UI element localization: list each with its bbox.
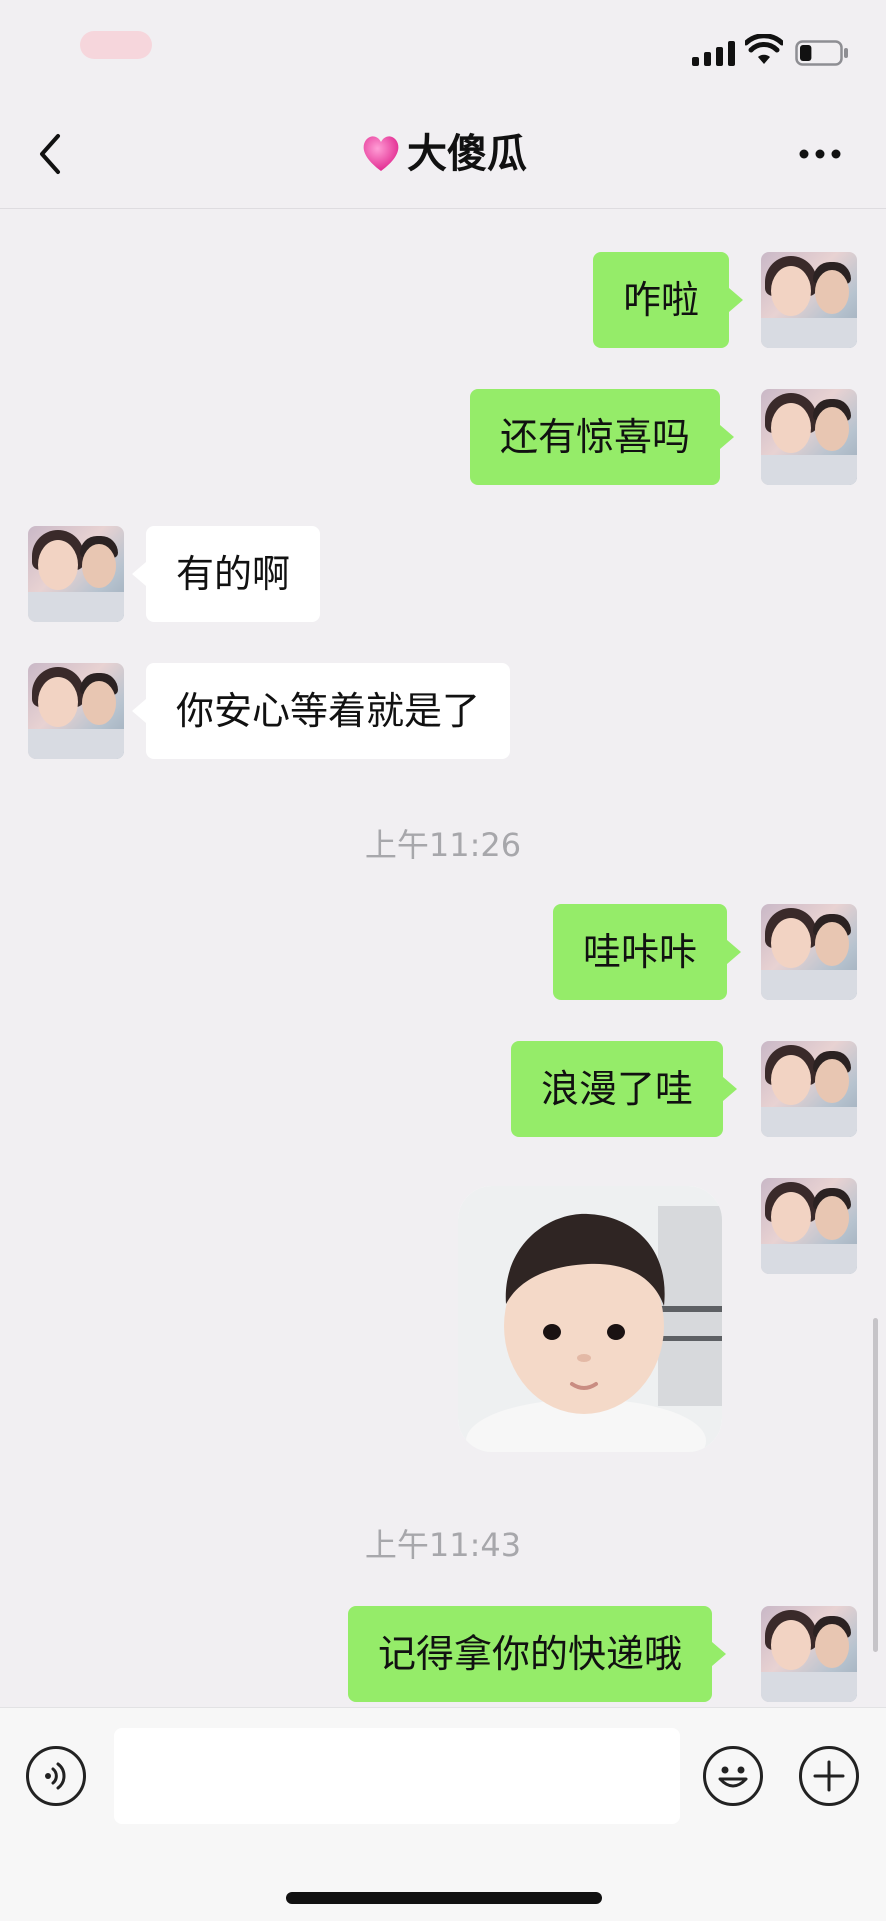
baby-face-sticker[interactable] [458,1186,722,1452]
my-message-bubble[interactable]: 哇咔咔 [553,904,742,1000]
voice-icon [45,1762,66,1790]
wifi-icon [745,34,783,64]
my-message-bubble[interactable]: 记得拿你的快递哦 [348,1606,727,1702]
battery-icon [795,40,848,66]
signal-icon [692,40,735,66]
my-avatar[interactable] [761,1606,857,1702]
message-timestamp: 上午11:26 [364,826,522,864]
emoji-button[interactable] [703,1746,763,1806]
chat-header: 大傻瓜 [0,100,886,209]
more-functions-button[interactable] [799,1746,859,1806]
contact-message-bubble[interactable]: 你安心等着就是了 [131,663,511,759]
contact-message-bubble[interactable]: 有的啊 [131,526,321,622]
my-message-bubble[interactable]: 浪漫了哇 [511,1041,738,1137]
my-message-bubble[interactable]: 咋啦 [593,252,744,348]
status-bar [0,0,886,100]
message-input[interactable] [114,1728,680,1824]
contact-avatar[interactable] [28,663,124,759]
my-message-bubble[interactable]: 还有惊喜吗 [470,389,735,485]
my-avatar[interactable] [761,1041,857,1137]
chat-scrollbar[interactable] [873,1318,878,1652]
voice-button[interactable] [26,1746,86,1806]
plus-icon [813,1760,845,1792]
chat-title-text: 大傻瓜 [407,131,527,177]
contact-avatar[interactable] [28,526,124,622]
emoji-icon [718,1766,748,1788]
message-input-bar [0,1707,886,1921]
message-timestamp: 上午11:43 [364,1526,522,1564]
pink-heart-icon [363,136,399,171]
ellipsis-icon[interactable] [798,148,842,160]
my-avatar[interactable] [761,1178,857,1274]
my-avatar[interactable] [761,389,857,485]
home-indicator[interactable] [286,1892,602,1904]
my-avatar[interactable] [761,904,857,1000]
my-avatar[interactable] [761,252,857,348]
recording-indicator [80,31,152,59]
chat-title: 大傻瓜 [0,128,886,180]
